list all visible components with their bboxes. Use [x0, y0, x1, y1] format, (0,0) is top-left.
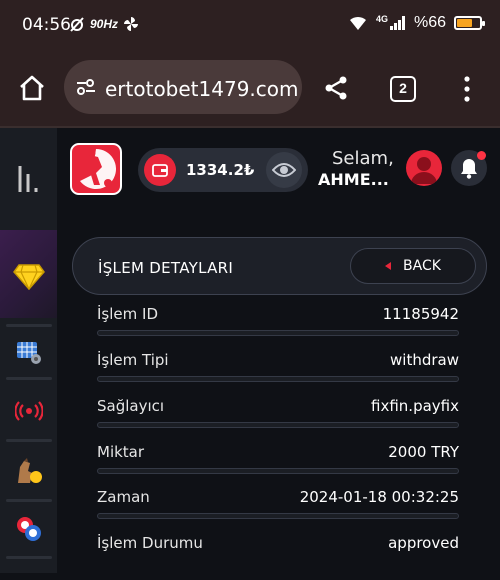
sidebar-item-live[interactable] [12, 394, 46, 428]
signal-icon [389, 16, 405, 30]
row-value: fixfin.payfix [371, 397, 459, 415]
detail-row-id: İşlem ID 11185942 [97, 305, 459, 351]
row-label: Sağlayıcı [97, 397, 165, 415]
footballer-logo-icon [80, 149, 116, 189]
horse-racing-icon [18, 458, 42, 483]
page-title: İŞLEM DETAYLARI [98, 259, 234, 277]
sidebar-divider [6, 499, 52, 502]
fan-icon [124, 17, 139, 31]
row-label: İşlem Durumu [97, 534, 203, 552]
menu-icon[interactable] [17, 164, 39, 194]
sidebar-divider [6, 324, 52, 327]
sidebar-divider [6, 556, 52, 559]
row-label: İşlem ID [97, 305, 158, 323]
user-icon [411, 157, 437, 184]
home-icon[interactable] [18, 74, 46, 102]
row-value: 11185942 [382, 305, 459, 323]
wifi-icon [349, 16, 366, 30]
sidebar-item-horse-racing[interactable] [12, 454, 46, 488]
wallet-icon [152, 164, 168, 177]
sidebar-item-poker[interactable] [12, 512, 46, 546]
url-text: ertotobet1479.com [105, 77, 299, 101]
row-label: İşlem Tipi [97, 351, 169, 369]
battery-icon [454, 16, 485, 30]
detail-row-time: Zaman 2024-01-18 00:32:25 [97, 488, 459, 534]
sidebar [0, 128, 57, 573]
row-divider [97, 376, 459, 382]
avatar[interactable] [406, 150, 442, 186]
diamond-icon [13, 264, 45, 290]
row-value: approved [388, 534, 459, 552]
notifications-button[interactable] [451, 150, 487, 186]
back-button[interactable]: BACK [350, 248, 476, 284]
brand-logo[interactable] [70, 143, 122, 195]
poker-chips-icon [17, 517, 41, 541]
bell-icon [461, 159, 477, 179]
row-value: 2024-01-18 00:32:25 [299, 488, 459, 506]
browser-toolbar: ertotobet1479.com 2 [0, 50, 500, 126]
address-bar[interactable]: ertotobet1479.com [64, 60, 302, 114]
sidebar-divider [6, 439, 52, 442]
status-left-icons: 90Hz [70, 16, 139, 32]
back-button-label: BACK [403, 258, 441, 274]
more-options-icon[interactable] [460, 76, 474, 102]
eye-icon [272, 163, 296, 177]
site-settings-icon[interactable] [76, 79, 96, 95]
detail-row-type: İşlem Tipi withdraw [97, 351, 459, 397]
casino-grid-icon [17, 342, 41, 364]
detail-row-status: İşlem Durumu approved [97, 534, 459, 580]
sidebar-item-casino[interactable] [12, 336, 46, 370]
greeting-text: Selam, [332, 148, 394, 169]
row-divider [97, 330, 459, 336]
row-divider [97, 422, 459, 428]
no-alarm-icon [70, 17, 84, 32]
sidebar-item-diamond[interactable] [0, 230, 57, 318]
battery-percent: %66 [413, 14, 446, 31]
row-label: Miktar [97, 443, 145, 461]
status-bar: 04:56 90Hz 4G %66 [0, 0, 500, 50]
network-type: 4G [375, 14, 388, 24]
balance-amount: 1334.2₺ [186, 161, 255, 179]
username-text: AHME... [318, 170, 389, 189]
status-time: 04:56 [22, 15, 71, 35]
transaction-details-header: İŞLEM DETAYLARI BACK [72, 237, 487, 295]
row-value: 2000 TRY [388, 443, 459, 461]
balance-widget: 1334.2₺ [138, 148, 308, 192]
sidebar-top [0, 128, 57, 226]
share-icon[interactable] [322, 74, 350, 102]
back-arrow-icon [385, 262, 392, 270]
toolbar-divider [0, 126, 500, 128]
detail-row-provider: Sağlayıcı fixfin.payfix [97, 397, 459, 443]
row-value: withdraw [390, 351, 459, 369]
notification-badge [477, 151, 486, 160]
row-divider [97, 468, 459, 474]
refresh-rate: 90Hz [90, 17, 119, 31]
row-label: Zaman [97, 488, 150, 506]
wallet-button[interactable] [144, 154, 176, 186]
tab-switcher-button[interactable]: 2 [390, 76, 416, 102]
row-divider [97, 513, 459, 519]
status-right-icons: 4G %66 [348, 14, 485, 32]
sidebar-divider [6, 377, 52, 380]
detail-row-amount: Miktar 2000 TRY [97, 443, 459, 489]
toggle-balance-visibility[interactable] [266, 152, 302, 188]
live-broadcast-icon [15, 401, 43, 421]
